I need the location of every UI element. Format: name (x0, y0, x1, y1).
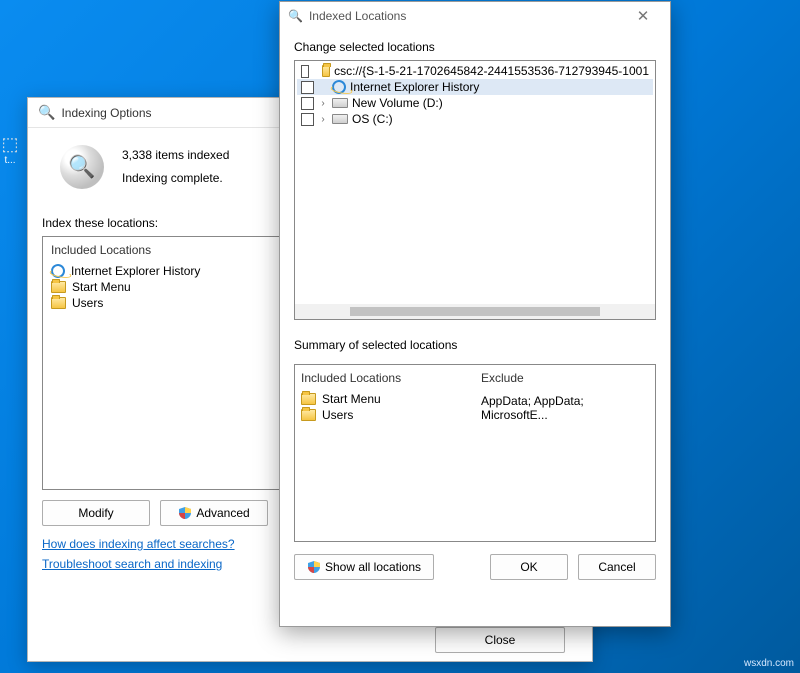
indexing-options-title: Indexing Options (61, 106, 151, 120)
link-how-affect[interactable]: How does indexing affect searches? (42, 537, 235, 551)
drive-icon (332, 98, 348, 108)
shield-icon (307, 560, 321, 574)
watermark: wsxdn.com (744, 658, 794, 669)
shield-icon (178, 506, 192, 520)
close-button[interactable]: Close (435, 627, 565, 653)
ie-icon (50, 262, 66, 278)
summary-row[interactable]: Start Menu (299, 391, 471, 407)
checkbox[interactable] (301, 97, 314, 110)
expander-icon[interactable]: › (318, 114, 328, 125)
modify-button[interactable]: Modify (42, 500, 150, 526)
summary-col-exclude: Exclude (479, 369, 651, 391)
expander-icon[interactable]: › (318, 98, 328, 109)
tree-row[interactable]: › Internet Explorer History (297, 79, 653, 95)
checkbox[interactable] (301, 81, 314, 94)
summary-row[interactable]: Users (299, 407, 471, 423)
summary-table[interactable]: Included Locations Start Menu Users Excl… (294, 364, 656, 542)
indexed-locations-titlebar[interactable]: 🔍 Indexed Locations ✕ (280, 2, 670, 30)
desktop-icon[interactable]: ⬚ t... (0, 134, 20, 166)
summary-label: Summary of selected locations (294, 338, 656, 352)
items-indexed-count: 3,338 items indexed (122, 144, 229, 167)
folder-icon (301, 393, 316, 405)
indexing-magnifier-icon: 🔍 (38, 104, 55, 121)
horizontal-scrollbar[interactable] (295, 304, 655, 319)
advanced-button[interactable]: Advanced (160, 500, 268, 526)
tree-row[interactable]: › csc://{S-1-5-21-1702645842-2441553536-… (297, 63, 653, 79)
tree-row[interactable]: › OS (C:) (297, 111, 653, 127)
ok-button[interactable]: OK (490, 554, 568, 580)
change-locations-label: Change selected locations (294, 40, 656, 54)
close-icon[interactable]: ✕ (624, 7, 662, 25)
index-status-icon: 🔍 (60, 145, 104, 189)
summary-row: AppData; AppData; MicrosoftE... (479, 393, 651, 423)
indexed-locations-title: Indexed Locations (309, 9, 406, 23)
show-all-locations-button[interactable]: Show all locations (294, 554, 434, 580)
folder-icon (51, 281, 66, 293)
tree-row[interactable]: › New Volume (D:) (297, 95, 653, 111)
generic-app-icon: ⬚ (0, 134, 20, 155)
link-troubleshoot[interactable]: Troubleshoot search and indexing (42, 557, 222, 571)
indexing-status-text: Indexing complete. (122, 167, 229, 190)
folder-icon (301, 409, 316, 421)
folder-icon (51, 297, 66, 309)
checkbox[interactable] (301, 65, 309, 78)
summary-col-included: Included Locations (299, 369, 471, 391)
folder-icon (322, 65, 331, 77)
cancel-button[interactable]: Cancel (578, 554, 656, 580)
checkbox[interactable] (301, 113, 314, 126)
indexed-locations-dialog: 🔍 Indexed Locations ✕ Change selected lo… (279, 1, 671, 627)
ie-icon (331, 79, 347, 95)
drive-icon (332, 114, 348, 124)
indexing-magnifier-icon: 🔍 (288, 9, 303, 23)
locations-tree[interactable]: › csc://{S-1-5-21-1702645842-2441553536-… (294, 60, 656, 320)
